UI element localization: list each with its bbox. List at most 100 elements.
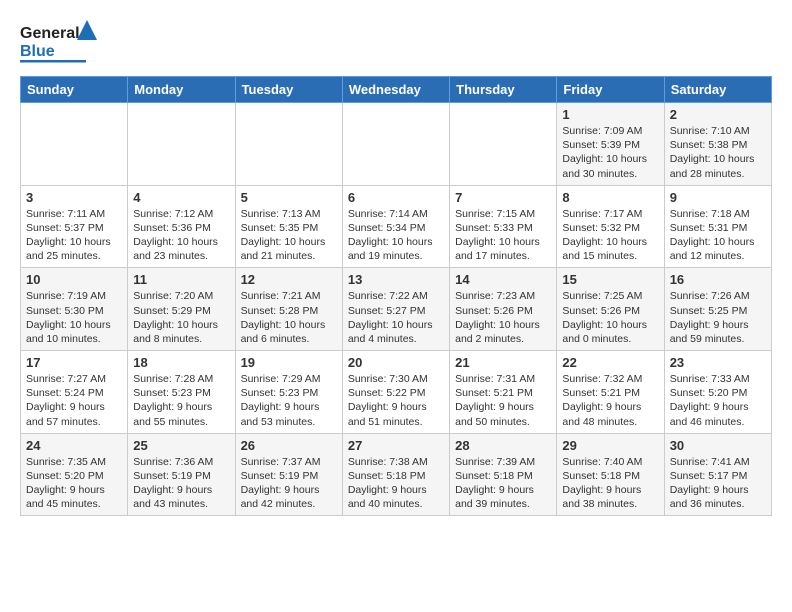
calendar-cell: 29Sunrise: 7:40 AMSunset: 5:18 PMDayligh…: [557, 433, 664, 516]
calendar-cell: [342, 103, 449, 186]
day-info: Daylight: 9 hours and 39 minutes.: [455, 483, 551, 511]
day-info: Daylight: 10 hours and 21 minutes.: [241, 235, 337, 263]
calendar-cell: 26Sunrise: 7:37 AMSunset: 5:19 PMDayligh…: [235, 433, 342, 516]
day-info: Daylight: 9 hours and 38 minutes.: [562, 483, 658, 511]
day-info: Daylight: 9 hours and 43 minutes.: [133, 483, 229, 511]
calendar-cell: 27Sunrise: 7:38 AMSunset: 5:18 PMDayligh…: [342, 433, 449, 516]
day-number: 25: [133, 438, 229, 453]
day-info: Sunrise: 7:40 AM: [562, 455, 658, 469]
calendar-cell: 18Sunrise: 7:28 AMSunset: 5:23 PMDayligh…: [128, 351, 235, 434]
day-info: Sunrise: 7:35 AM: [26, 455, 122, 469]
calendar-cell: 6Sunrise: 7:14 AMSunset: 5:34 PMDaylight…: [342, 185, 449, 268]
calendar-week-5: 24Sunrise: 7:35 AMSunset: 5:20 PMDayligh…: [21, 433, 772, 516]
day-info: Sunset: 5:39 PM: [562, 138, 658, 152]
day-info: Daylight: 10 hours and 0 minutes.: [562, 318, 658, 346]
day-info: Sunrise: 7:31 AM: [455, 372, 551, 386]
day-info: Sunrise: 7:23 AM: [455, 289, 551, 303]
svg-text:General: General: [20, 25, 80, 42]
day-number: 18: [133, 355, 229, 370]
calendar-header: SundayMondayTuesdayWednesdayThursdayFrid…: [21, 77, 772, 103]
day-info: Sunrise: 7:09 AM: [562, 124, 658, 138]
calendar-cell: 30Sunrise: 7:41 AMSunset: 5:17 PMDayligh…: [664, 433, 771, 516]
day-info: Sunrise: 7:10 AM: [670, 124, 766, 138]
day-info: Daylight: 10 hours and 19 minutes.: [348, 235, 444, 263]
day-info: Sunset: 5:19 PM: [241, 469, 337, 483]
day-info: Sunset: 5:33 PM: [455, 221, 551, 235]
calendar-table: SundayMondayTuesdayWednesdayThursdayFrid…: [20, 76, 772, 516]
day-info: Sunrise: 7:18 AM: [670, 207, 766, 221]
day-info: Sunset: 5:22 PM: [348, 386, 444, 400]
day-number: 13: [348, 272, 444, 287]
day-info: Daylight: 9 hours and 51 minutes.: [348, 400, 444, 428]
calendar-cell: 16Sunrise: 7:26 AMSunset: 5:25 PMDayligh…: [664, 268, 771, 351]
day-info: Daylight: 10 hours and 23 minutes.: [133, 235, 229, 263]
day-info: Sunset: 5:23 PM: [241, 386, 337, 400]
day-number: 4: [133, 190, 229, 205]
day-info: Daylight: 9 hours and 48 minutes.: [562, 400, 658, 428]
calendar-cell: 9Sunrise: 7:18 AMSunset: 5:31 PMDaylight…: [664, 185, 771, 268]
day-info: Daylight: 10 hours and 12 minutes.: [670, 235, 766, 263]
day-number: 29: [562, 438, 658, 453]
calendar-cell: 11Sunrise: 7:20 AMSunset: 5:29 PMDayligh…: [128, 268, 235, 351]
calendar-body: 1Sunrise: 7:09 AMSunset: 5:39 PMDaylight…: [21, 103, 772, 516]
calendar-cell: 2Sunrise: 7:10 AMSunset: 5:38 PMDaylight…: [664, 103, 771, 186]
calendar-cell: 3Sunrise: 7:11 AMSunset: 5:37 PMDaylight…: [21, 185, 128, 268]
day-number: 28: [455, 438, 551, 453]
day-info: Sunset: 5:37 PM: [26, 221, 122, 235]
day-info: Sunrise: 7:32 AM: [562, 372, 658, 386]
day-number: 30: [670, 438, 766, 453]
day-info: Sunset: 5:25 PM: [670, 304, 766, 318]
weekday-header-saturday: Saturday: [664, 77, 771, 103]
day-number: 26: [241, 438, 337, 453]
day-number: 6: [348, 190, 444, 205]
calendar-cell: [450, 103, 557, 186]
day-info: Daylight: 9 hours and 53 minutes.: [241, 400, 337, 428]
calendar-cell: [235, 103, 342, 186]
day-info: Daylight: 10 hours and 30 minutes.: [562, 152, 658, 180]
day-info: Sunset: 5:27 PM: [348, 304, 444, 318]
day-info: Sunset: 5:34 PM: [348, 221, 444, 235]
calendar-week-2: 3Sunrise: 7:11 AMSunset: 5:37 PMDaylight…: [21, 185, 772, 268]
day-info: Sunset: 5:26 PM: [455, 304, 551, 318]
day-number: 19: [241, 355, 337, 370]
day-info: Sunset: 5:31 PM: [670, 221, 766, 235]
day-info: Sunset: 5:38 PM: [670, 138, 766, 152]
calendar-cell: 28Sunrise: 7:39 AMSunset: 5:18 PMDayligh…: [450, 433, 557, 516]
day-info: Sunrise: 7:13 AM: [241, 207, 337, 221]
day-info: Daylight: 10 hours and 4 minutes.: [348, 318, 444, 346]
day-info: Sunrise: 7:17 AM: [562, 207, 658, 221]
day-info: Daylight: 9 hours and 36 minutes.: [670, 483, 766, 511]
weekday-header-tuesday: Tuesday: [235, 77, 342, 103]
calendar-cell: 20Sunrise: 7:30 AMSunset: 5:22 PMDayligh…: [342, 351, 449, 434]
day-info: Sunset: 5:32 PM: [562, 221, 658, 235]
logo-container: General Blue: [20, 16, 100, 66]
day-info: Sunrise: 7:25 AM: [562, 289, 658, 303]
calendar-cell: 1 Sunrise: 7:09 AMSunset: 5:39 PMDaylight…: [557, 103, 664, 186]
day-number: 11: [133, 272, 229, 287]
calendar-cell: 24Sunrise: 7:35 AMSunset: 5:20 PMDayligh…: [21, 433, 128, 516]
day-info: Daylight: 10 hours and 17 minutes.: [455, 235, 551, 263]
calendar-cell: 14Sunrise: 7:23 AMSunset: 5:26 PMDayligh…: [450, 268, 557, 351]
day-number: 2: [670, 107, 766, 122]
day-info: Sunset: 5:17 PM: [670, 469, 766, 483]
logo-svg: General Blue: [20, 16, 100, 66]
page: General Blue SundayMondayTuesdayWednesda…: [0, 0, 792, 536]
day-info: Sunset: 5:29 PM: [133, 304, 229, 318]
day-number: 10: [26, 272, 122, 287]
day-info: Daylight: 9 hours and 57 minutes.: [26, 400, 122, 428]
day-info: Sunrise: 7:19 AM: [26, 289, 122, 303]
day-info: Sunrise: 7:38 AM: [348, 455, 444, 469]
calendar-cell: 23Sunrise: 7:33 AMSunset: 5:20 PMDayligh…: [664, 351, 771, 434]
day-info: Sunrise: 7:36 AM: [133, 455, 229, 469]
day-info: Daylight: 10 hours and 8 minutes.: [133, 318, 229, 346]
day-number: 17: [26, 355, 122, 370]
day-number: 1: [562, 107, 658, 122]
day-number: 15: [562, 272, 658, 287]
day-info: Daylight: 9 hours and 46 minutes.: [670, 400, 766, 428]
day-info: Sunrise: 7:29 AM: [241, 372, 337, 386]
day-number: 20: [348, 355, 444, 370]
day-info: Daylight: 9 hours and 42 minutes.: [241, 483, 337, 511]
day-info: Sunset: 5:28 PM: [241, 304, 337, 318]
calendar-cell: [21, 103, 128, 186]
day-number: 12: [241, 272, 337, 287]
